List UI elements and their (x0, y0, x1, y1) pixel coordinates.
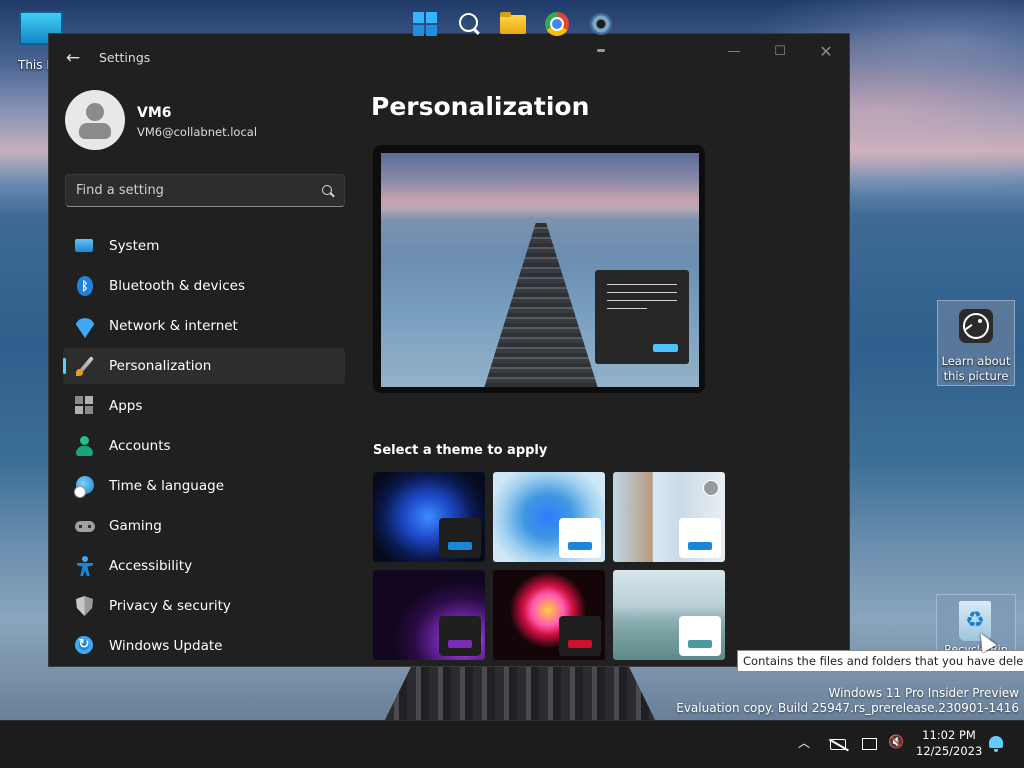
account-icon (75, 436, 95, 456)
preview-mini-window (595, 270, 689, 364)
sidebar-item-label: Apps (109, 398, 143, 414)
sidebar-item-label: Bluetooth & devices (109, 278, 246, 294)
sidebar-item-personalization[interactable]: Personalization (63, 348, 345, 384)
search-input[interactable] (66, 175, 316, 206)
globe-clock-icon (74, 476, 95, 498)
sidebar-item-label: System (109, 238, 160, 254)
theme-captured-motion[interactable] (493, 570, 605, 660)
sidebar-item-privacy-security[interactable]: Privacy & security (63, 588, 345, 624)
watermark-line-1: Windows 11 Pro Insider Preview (828, 686, 1019, 700)
wallpaper-pier (385, 665, 655, 720)
show-hidden-icons-chevron-icon[interactable]: ︿ (798, 734, 810, 751)
sidebar-item-label: Gaming (109, 518, 162, 534)
preview-wallpaper (381, 153, 699, 387)
settings-app-icon[interactable] (585, 8, 617, 52)
search-icon[interactable] (322, 185, 332, 195)
sidebar-item-network[interactable]: Network & internet (63, 308, 345, 344)
taskbar-search-icon[interactable] (453, 8, 485, 40)
update-icon (75, 636, 93, 654)
theme-windows-light[interactable] (493, 472, 605, 562)
settings-window: ← Settings — ☐ ✕ VM6 VM6@collabnet.local… (48, 33, 850, 667)
bluetooth-icon: ᛒ (77, 276, 93, 296)
search-box[interactable] (65, 174, 345, 207)
apps-icon (75, 396, 95, 416)
sidebar-item-windows-update[interactable]: Windows Update (63, 628, 345, 664)
clock-time: 11:02 PM (922, 728, 976, 742)
preview-accent-button (653, 344, 678, 352)
build-watermark: Windows 11 Pro Insider Preview Evaluatio… (676, 686, 1019, 716)
notification-bell-icon[interactable] (989, 736, 1003, 752)
maximize-button[interactable]: ☐ (762, 40, 798, 64)
theme-windows-spotlight[interactable] (613, 472, 725, 562)
sidebar-item-label: Personalization (109, 358, 212, 374)
spotlight-camera-icon (959, 309, 993, 343)
sidebar-item-system[interactable]: System (63, 228, 345, 264)
spotlight-icon (703, 480, 719, 496)
sidebar-item-label: Accounts (109, 438, 171, 454)
wifi-icon (75, 316, 95, 336)
user-profile[interactable]: VM6 VM6@collabnet.local (65, 90, 355, 152)
title-bar[interactable]: ← Settings — ☐ ✕ (49, 34, 849, 82)
system-icon (75, 239, 93, 252)
main-content: Personalization Select a theme to apply (371, 82, 849, 666)
sidebar-item-accessibility[interactable]: Accessibility (63, 548, 345, 584)
taskbar-clock[interactable]: 11:02 PM 12/25/2023 (916, 727, 982, 759)
theme-preview (373, 145, 705, 393)
theme-windows-dark[interactable] (373, 472, 485, 562)
display-icon[interactable] (862, 738, 877, 750)
page-title: Personalization (371, 92, 590, 121)
user-name: VM6 (137, 105, 172, 121)
sidebar-item-label: Network & internet (109, 318, 238, 334)
volume-muted-icon[interactable]: 🔇 (888, 736, 904, 750)
brush-icon (75, 356, 95, 376)
back-arrow-icon: ← (65, 48, 81, 68)
learn-about-picture-button[interactable]: Learn about this picture (937, 300, 1015, 386)
user-email: VM6@collabnet.local (137, 125, 258, 139)
preview-pier (482, 223, 600, 387)
watermark-line-2: Evaluation copy. Build 25947.rs_prerelea… (676, 701, 1019, 715)
close-button[interactable]: ✕ (808, 40, 844, 64)
clock-date: 12/25/2023 (916, 744, 983, 758)
file-explorer-icon[interactable] (497, 8, 529, 40)
themes-section-label: Select a theme to apply (373, 443, 548, 458)
avatar[interactable] (65, 90, 125, 150)
sidebar-nav: System ᛒ Bluetooth & devices Network & i… (63, 228, 345, 666)
back-button[interactable]: ← (61, 46, 85, 70)
sidebar-item-label: Accessibility (109, 558, 193, 574)
controller-icon (75, 516, 95, 536)
recycle-bin-tooltip: Contains the files and folders that you … (737, 650, 1024, 672)
sidebar-item-label: Windows Update (109, 638, 223, 654)
sidebar-item-apps[interactable]: Apps (63, 388, 345, 424)
network-disconnected-icon[interactable] (830, 739, 846, 750)
theme-glow[interactable] (373, 570, 485, 660)
sidebar-item-label: Privacy & security (109, 598, 231, 614)
accessibility-icon (75, 556, 95, 576)
sidebar-item-accounts[interactable]: Accounts (63, 428, 345, 464)
theme-flow[interactable] (613, 570, 725, 660)
start-button[interactable] (409, 8, 441, 40)
desktop-icon-recycle-bin[interactable]: ♻ Recycle Bin (936, 594, 1016, 656)
shield-icon (76, 596, 93, 616)
learn-about-picture-label: Learn about this picture (941, 354, 1011, 383)
sidebar-item-time-language[interactable]: Time & language (63, 468, 345, 504)
sidebar-item-bluetooth[interactable]: ᛒ Bluetooth & devices (63, 268, 345, 304)
chrome-icon[interactable] (541, 8, 573, 40)
sidebar-item-gaming[interactable]: Gaming (63, 508, 345, 544)
sidebar-item-label: Time & language (109, 478, 225, 494)
minimize-button[interactable]: — (716, 40, 752, 64)
app-title: Settings (99, 50, 151, 65)
